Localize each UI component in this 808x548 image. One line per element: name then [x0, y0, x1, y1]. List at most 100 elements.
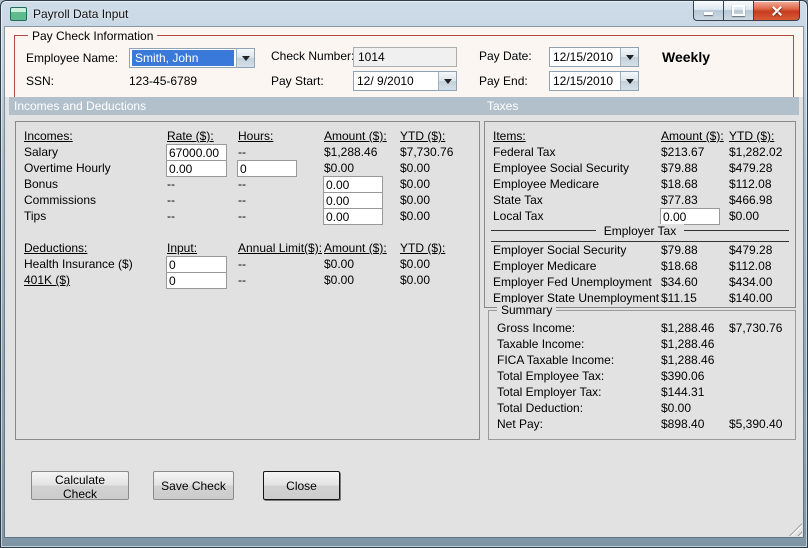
row-label: Local Tax	[493, 209, 544, 223]
tips-amount-input[interactable]	[323, 208, 383, 225]
cell-amount: $144.31	[661, 385, 705, 399]
commissions-amount-input[interactable]	[323, 192, 383, 209]
income-row-tips: Tips -- -- $0.00	[16, 208, 479, 225]
col-header-input: Input:	[167, 241, 198, 255]
local-tax-input[interactable]	[660, 208, 720, 225]
salary-rate-input[interactable]	[166, 144, 227, 161]
ssn-value: 123-45-6789	[129, 74, 198, 88]
tax-row-employer-fed-unemployment: Employer Fed Unemployment $34.60 $434.00	[485, 275, 795, 291]
pay-date-picker[interactable]: 12/15/2010	[549, 47, 639, 67]
cell-amount: $34.60	[661, 275, 698, 289]
cell-ytd: $5,390.40	[729, 417, 783, 431]
employer-tax-divider: Employer Tax	[491, 224, 789, 242]
summary-row-taxable: Taxable Income: $1,288.46	[489, 337, 795, 353]
cell-rate: --	[167, 193, 175, 207]
health-insurance-input[interactable]	[166, 256, 227, 273]
check-number-field[interactable]: 1014	[353, 47, 457, 67]
cell-ytd: $7,730.76	[729, 321, 783, 335]
row-label: State Tax	[493, 193, 543, 207]
cell-hours: --	[238, 209, 246, 223]
cell-ytd: $0.00	[729, 209, 760, 223]
cell-amount: $18.68	[661, 177, 698, 191]
summary-row-total-deduction: Total Deduction: $0.00	[489, 401, 795, 417]
chevron-down-icon	[443, 78, 452, 88]
overtime-rate-input[interactable]	[166, 160, 227, 177]
col-header-amount: Amount ($):	[324, 241, 387, 255]
cell-ytd: $0.00	[400, 161, 431, 175]
income-row-salary: Salary -- $1,288.46 $7,730.76	[16, 144, 479, 161]
pay-start-picker[interactable]: 12/ 9/2010	[353, 71, 457, 91]
row-label: Tips	[24, 209, 47, 223]
close-check-button[interactable]: Close	[263, 471, 340, 500]
close-icon	[771, 5, 783, 17]
calculate-check-button[interactable]: Calculate Check	[31, 471, 129, 501]
cell-ytd: $7,730.76	[400, 145, 454, 159]
pay-start-dropdown-button[interactable]	[438, 72, 456, 90]
tax-row-employee-medicare: Employee Medicare $18.68 $112.08	[485, 177, 795, 193]
tax-row-employee-ss: Employee Social Security $79.88 $479.28	[485, 161, 795, 177]
income-row-overtime: Overtime Hourly $0.00 $0.00	[16, 160, 479, 177]
chevron-down-icon	[625, 78, 634, 88]
tax-row-employer-medicare: Employer Medicare $18.68 $112.08	[485, 259, 795, 275]
cell-amount: $0.00	[324, 257, 355, 271]
cell-amount: $0.00	[324, 161, 355, 175]
k401-input[interactable]	[166, 272, 227, 289]
cell-ytd: $0.00	[400, 209, 431, 223]
summary-row-net-pay: Net Pay: $898.40 $5,390.40	[489, 417, 795, 433]
employee-name-dropdown-button[interactable]	[236, 49, 254, 67]
row-label: Gross Income:	[497, 321, 576, 335]
pay-frequency-label: Weekly	[662, 49, 710, 65]
chevron-down-icon	[625, 54, 634, 64]
row-label: Bonus	[24, 177, 59, 191]
resize-grip[interactable]	[789, 523, 802, 536]
maximize-button[interactable]	[724, 1, 754, 21]
section-header-bar: Incomes and Deductions Taxes	[9, 97, 799, 115]
row-label: Total Employer Tax:	[497, 385, 602, 399]
cell-amount: $0.00	[661, 401, 692, 415]
pay-date-label: Pay Date:	[479, 49, 532, 63]
pay-end-picker[interactable]: 12/15/2010	[549, 71, 639, 91]
cell-ytd: $434.00	[729, 275, 773, 289]
row-label-401k-link[interactable]: 401K ($)	[24, 273, 70, 287]
deduction-row-401k: 401K ($) -- $0.00 $0.00	[16, 272, 479, 289]
pay-end-dropdown-button[interactable]	[620, 72, 638, 90]
cell-amount: $77.83	[661, 193, 698, 207]
pay-end-label: Pay End:	[479, 74, 528, 88]
col-header-ytd: YTD ($):	[400, 241, 446, 255]
overtime-hours-input[interactable]	[237, 160, 297, 177]
pay-start-label: Pay Start:	[271, 74, 324, 88]
close-button[interactable]	[754, 1, 800, 21]
ssn-label: SSN:	[26, 74, 55, 88]
titlebar[interactable]: Payroll Data Input	[1, 1, 807, 27]
tax-row-federal: Federal Tax $213.67 $1,282.02	[485, 145, 795, 161]
cell-annual-limit: --	[238, 273, 246, 287]
employee-name-combobox[interactable]: Smith, John	[129, 48, 255, 68]
cell-amount: $1,288.46	[661, 353, 715, 367]
cell-amount: $1,288.46	[324, 145, 378, 159]
employee-name-value: Smith, John	[132, 50, 234, 66]
cell-ytd: $466.98	[729, 193, 773, 207]
deductions-header-row: Deductions: Input: Annual Limit($): Amou…	[16, 241, 479, 257]
row-label: Health Insurance ($)	[24, 257, 133, 271]
taxes-section-title: Taxes	[487, 99, 519, 113]
row-label: Employee Social Security	[493, 161, 630, 175]
cell-ytd: $0.00	[400, 273, 431, 287]
minimize-button[interactable]	[693, 1, 724, 21]
cell-ytd: $0.00	[400, 177, 431, 191]
cell-amount: $18.68	[661, 259, 698, 273]
cell-amount: $898.40	[661, 417, 705, 431]
row-label: Net Pay:	[497, 417, 544, 431]
row-label: Federal Tax	[493, 145, 556, 159]
cell-hours: --	[238, 177, 246, 191]
pay-date-dropdown-button[interactable]	[620, 48, 638, 66]
caption-buttons	[693, 1, 800, 21]
summary-groupbox: Summary Gross Income: $1,288.46 $7,730.7…	[488, 303, 796, 440]
row-label: Total Deduction:	[497, 401, 584, 415]
divider-line	[491, 241, 789, 242]
col-header-ytd: YTD ($):	[400, 129, 446, 143]
cell-hours: --	[238, 145, 246, 159]
cell-ytd: $479.28	[729, 161, 773, 175]
bonus-amount-input[interactable]	[323, 176, 383, 193]
save-check-button[interactable]: Save Check	[153, 471, 234, 500]
cell-amount: $79.88	[661, 243, 698, 257]
